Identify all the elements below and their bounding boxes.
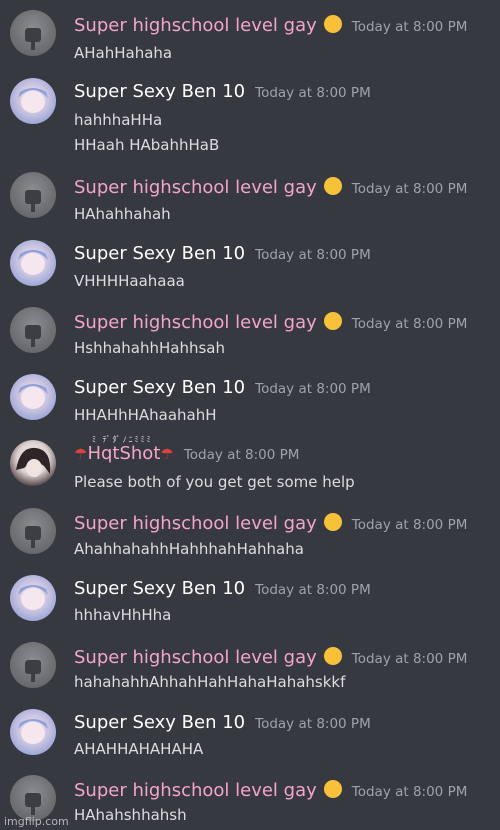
message-text: Please both of you get get some help — [74, 473, 355, 491]
avatar[interactable] — [10, 240, 56, 286]
timestamp: Today at 8:00 PM — [351, 316, 468, 332]
heart-eyes-emoji-icon — [323, 647, 342, 665]
username[interactable]: Super highschool level gay — [74, 312, 317, 333]
username[interactable]: HqtShot — [87, 443, 160, 464]
username[interactable]: Super highschool level gay — [74, 513, 317, 534]
heart-eyes-emoji-icon — [323, 780, 342, 798]
username[interactable]: Super Sexy Ben 10 — [74, 578, 245, 599]
username[interactable]: Super Sexy Ben 10 — [74, 81, 245, 102]
timestamp: Today at 8:00 PM — [351, 517, 468, 533]
heart-eyes-emoji-icon — [323, 15, 342, 33]
timestamp: Today at 8:00 PM — [255, 85, 371, 101]
avatar[interactable] — [10, 642, 56, 688]
timestamp: Today at 8:00 PM — [255, 381, 371, 397]
avatar[interactable] — [10, 440, 56, 486]
watermark: imgflip.com — [4, 815, 69, 828]
username[interactable]: Super highschool level gay — [74, 780, 317, 801]
message-text: AHahHahaha — [74, 44, 173, 62]
message-text: HshhahahhHahhsah — [74, 339, 226, 357]
heart-eyes-emoji-icon — [323, 177, 342, 195]
avatar[interactable] — [10, 172, 56, 218]
username[interactable]: Super highschool level gay — [74, 15, 317, 36]
timestamp: Today at 8:00 PM — [351, 19, 468, 35]
message-text: HAhahshhahsh — [74, 806, 187, 824]
message-text: HAhahhahah — [74, 205, 171, 223]
timestamp: Today at 8:00 PM — [351, 181, 468, 197]
avatar[interactable] — [10, 709, 56, 755]
username[interactable]: Super Sexy Ben 10 — [74, 712, 245, 733]
timestamp: Today at 8:00 PM — [351, 651, 468, 667]
username[interactable]: Super Sexy Ben 10 — [74, 377, 245, 398]
avatar[interactable] — [10, 10, 56, 56]
username[interactable]: Super highschool level gay — [74, 177, 317, 198]
message-text: AhahhahahhHahhhahHahhaha — [74, 540, 304, 558]
avatar[interactable] — [10, 508, 56, 554]
message-text: AHAHHAHAHAHA — [74, 740, 204, 758]
avatar[interactable] — [10, 78, 56, 124]
timestamp: Today at 8:00 PM — [255, 716, 371, 732]
username[interactable]: Super highschool level gay — [74, 647, 317, 668]
timestamp: Today at 8:00 PM — [255, 582, 371, 598]
message-text: HHAHhHAhaahahH — [74, 406, 217, 424]
message-text: HHaah HAbahhHaB — [74, 136, 220, 154]
username[interactable]: Super Sexy Ben 10 — [74, 243, 245, 264]
avatar[interactable] — [10, 307, 56, 353]
timestamp: Today at 8:00 PM — [183, 447, 300, 463]
message-text: hahhhaHHa — [74, 111, 163, 129]
heart-eyes-emoji-icon — [323, 513, 342, 531]
heart-eyes-emoji-icon — [323, 312, 342, 330]
timestamp: Today at 8:00 PM — [255, 247, 371, 263]
umbrella-icon: ☂ — [160, 445, 174, 463]
avatar[interactable] — [10, 374, 56, 420]
message-text: VHHHHaahaaa — [74, 272, 185, 290]
umbrella-icon: ☂ — [74, 445, 88, 463]
avatar[interactable] — [10, 575, 56, 621]
timestamp: Today at 8:00 PM — [351, 784, 468, 800]
message-text: hahahahhAhhahHahHahaHahahskkf — [74, 673, 346, 691]
message-text: hhhavHhHha — [74, 606, 172, 624]
